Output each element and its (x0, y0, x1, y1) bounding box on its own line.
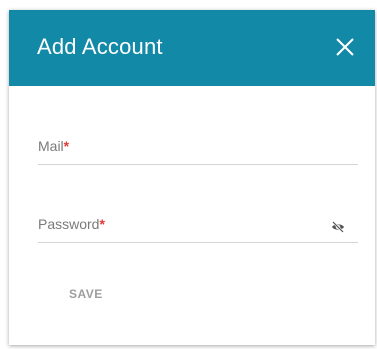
password-visibility-toggle[interactable] (331, 220, 345, 234)
close-button[interactable] (334, 36, 356, 58)
save-button[interactable]: SAVE (69, 282, 129, 306)
mail-underline (38, 164, 358, 165)
password-field: Password* (38, 216, 358, 244)
close-icon (336, 38, 354, 56)
mail-field: Mail* (38, 138, 358, 166)
add-account-dialog: Add Account Mail* Password* SAVE (9, 10, 375, 345)
dialog-title: Add Account (37, 34, 163, 59)
password-input[interactable] (38, 216, 328, 238)
eye-off-icon (332, 221, 344, 233)
mail-input[interactable] (38, 138, 328, 160)
dialog-header: Add Account (9, 10, 375, 86)
password-underline (38, 242, 358, 243)
